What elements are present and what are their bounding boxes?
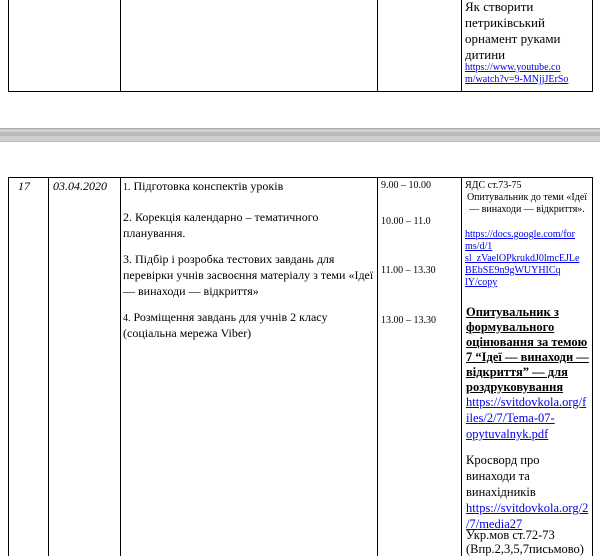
questionnaire-label: Опитувальник до теми «Ідеї — винаходи — …: [466, 192, 588, 215]
ukr-language-pages: Укр.мов ст.72-73: [466, 528, 555, 542]
task-4: 4. Розміщення завдань для учнів 2 класу …: [123, 309, 363, 341]
task-3-num: 3.: [123, 252, 132, 266]
task-1: 1. Підготовка конспектів уроків: [123, 179, 375, 194]
google-form-link[interactable]: https://docs.google.com/for ms/d/1 sl_zV…: [465, 229, 591, 289]
row-border-col: [461, 177, 462, 556]
youtube-link[interactable]: https://www.youtube.co m/watch?v=9-MNjjJ…: [465, 62, 591, 86]
task-3: 3. Підбір і розробка тестових завдань дл…: [123, 251, 375, 299]
row-border-right: [592, 177, 593, 556]
yds-pages: ЯДС ст.73-75: [465, 180, 522, 191]
row-border-col: [377, 177, 378, 556]
task-2-num: 2.: [123, 210, 132, 224]
crossword-title: Кросворд про винаходи та винахідників: [466, 453, 540, 499]
task-1-num: 1.: [123, 182, 131, 193]
top-border-bottom: [8, 91, 593, 92]
time-4: 13.00 – 13.30: [381, 315, 436, 326]
page-break-separator: [0, 128, 600, 142]
formative-pdf-link[interactable]: https://svitdovkola.org/f iles/2/7/Tema-…: [466, 394, 592, 442]
task-1-text: Підготовка конспектів уроків: [133, 179, 284, 193]
time-2: 10.00 – 11.0: [381, 216, 431, 227]
task-2-text: Корекція календарно – тематичного планув…: [123, 210, 319, 240]
row-border-left: [8, 177, 9, 556]
row-number: 17: [18, 179, 30, 193]
row-border-col: [48, 177, 49, 556]
task-4-num: 4.: [123, 313, 131, 324]
time-3: 11.00 – 13.30: [381, 265, 436, 276]
row-date: 03.04.2020: [53, 179, 107, 193]
task-4-text: Розміщення завдань для учнів 2 класу (со…: [123, 310, 328, 340]
row-border-col: [120, 177, 121, 556]
top-border-col: [120, 0, 121, 92]
formative-assessment-title: Опитувальник з формувального оцінювання …: [466, 305, 589, 394]
top-border-right: [592, 0, 593, 92]
top-border-col: [461, 0, 462, 92]
resource-title: Як створити петриківський орнамент рукам…: [465, 0, 561, 62]
row-border-top: [8, 177, 593, 178]
exercises-note: (Впр.2,3,5,7письмово): [466, 542, 584, 556]
task-3-text: Підбір і розробка тестових завдань для п…: [123, 252, 374, 298]
time-1: 9.00 – 10.00: [381, 180, 431, 191]
task-2: 2. Корекція календарно – тематичного пла…: [123, 209, 363, 241]
top-border-col: [377, 0, 378, 92]
top-border-left: [8, 0, 9, 92]
